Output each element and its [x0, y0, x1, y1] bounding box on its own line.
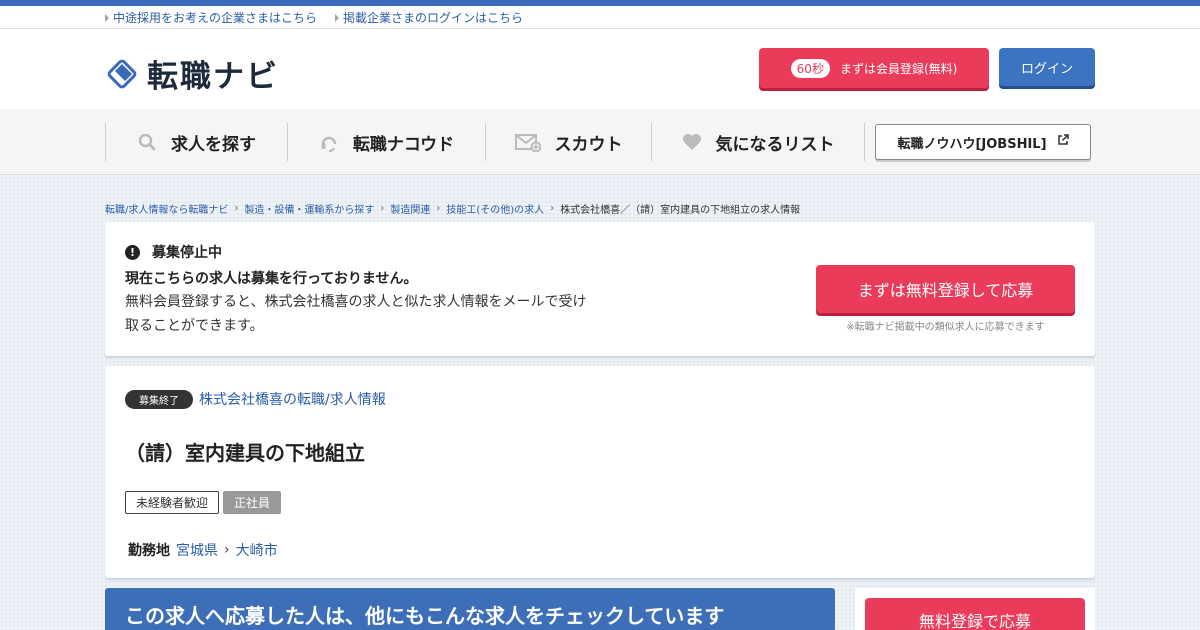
- site-header: 転職ナビ 60秒 まずは会員登録(無料) ログイン: [0, 29, 1200, 109]
- prefecture-link[interactable]: 宮城県: [176, 540, 218, 560]
- exclamation-icon: !: [125, 244, 140, 260]
- util-link-company-login[interactable]: 掲載企業さまのログインはこちら: [335, 9, 523, 26]
- chevron-right-icon: ›: [550, 203, 555, 214]
- logo-text: 転職ナビ: [147, 59, 279, 95]
- util-link-recruiters[interactable]: 中途採用をお考えの企業さまはこちら: [105, 9, 317, 26]
- recruitment-closed-notice: ! 募集停止中 現在こちらの求人は募集を行っておりません。 無料会員登録すると、…: [105, 222, 1095, 356]
- mail-plus-icon: [514, 132, 541, 152]
- closed-description: 無料会員登録すると、株式会社橋喜の求人と似た求人情報をメールで受け取ることができ…: [125, 294, 587, 334]
- city-link[interactable]: 大崎市: [236, 540, 278, 560]
- global-nav: 求人を探す 転職ナコウド スカウト 気になるリスト 転職ノウハウ[JOBSHIL…: [0, 109, 1200, 175]
- breadcrumb-current: 株式会社橋喜／（請）室内建具の下地組立の求人情報: [560, 205, 801, 216]
- company-link[interactable]: 株式会社橋喜の転職/求人情報: [199, 389, 386, 409]
- chevron-right-icon: ›: [224, 542, 230, 558]
- site-logo[interactable]: 転職ナビ: [105, 51, 279, 96]
- closed-heading: ! 募集停止中: [125, 242, 1075, 262]
- search-icon: [137, 132, 157, 152]
- breadcrumb-link[interactable]: 製造・設備・運輸系から探す: [244, 201, 374, 216]
- nav-item-nakoudo[interactable]: 転職ナコウド: [287, 123, 485, 161]
- job-tags: 未経験者歓迎 正社員: [125, 491, 1075, 514]
- breadcrumb-link[interactable]: 転職/求人情報なら転職ナビ: [105, 201, 228, 216]
- logo-diamond-icon: [105, 57, 139, 91]
- job-summary-card: 募集終了 株式会社橋喜の転職/求人情報 （請）室内建具の下地組立 未経験者歓迎 …: [105, 366, 1095, 578]
- chevron-right-icon: ›: [234, 203, 239, 214]
- nav-item-search-jobs[interactable]: 求人を探す: [105, 123, 287, 161]
- related-jobs-heading: この求人へ応募した人は、他にもこんな求人をチェックしています: [105, 588, 835, 630]
- register-label: まずは会員登録(無料): [839, 61, 958, 76]
- external-link-icon: [1057, 134, 1069, 150]
- nav-item-scout[interactable]: スカウト: [485, 123, 651, 161]
- location-label: 勤務地: [128, 543, 170, 559]
- headset-icon: [319, 132, 339, 152]
- job-title: （請）室内建具の下地組立: [125, 441, 365, 465]
- breadcrumb: 転職/求人情報なら転職ナビ › 製造・設備・運輸系から探す › 製造関連 › 技…: [105, 175, 1095, 222]
- status-badge: 募集終了: [125, 389, 193, 409]
- nav-item-favorites[interactable]: 気になるリスト: [651, 123, 865, 161]
- tag-full-time: 正社員: [223, 491, 282, 514]
- login-button[interactable]: ログイン: [999, 48, 1095, 86]
- register-button[interactable]: 60秒 まずは会員登録(無料): [759, 48, 989, 88]
- utility-bar: 中途採用をお考えの企業さまはこちら 掲載企業さまのログインはこちら: [0, 6, 1200, 29]
- knowhow-jobshil-button[interactable]: 転職ノウハウ[JOBSHIL]: [875, 124, 1091, 160]
- caret-right-icon: [105, 13, 109, 22]
- caret-right-icon: [335, 13, 340, 22]
- heart-icon: [682, 132, 702, 152]
- job-location: 勤務地 宮城県 › 大崎市: [128, 540, 1075, 560]
- chevron-right-icon: ›: [436, 203, 441, 214]
- apply-note: ※転職ナビ掲載中の類似求人に応募できます: [846, 322, 1045, 333]
- register-badge: 60秒: [790, 58, 830, 78]
- side-apply-box: 無料登録で応募: [855, 588, 1095, 630]
- breadcrumb-link[interactable]: 製造関連: [390, 201, 430, 216]
- tag-inexperienced-welcome: 未経験者歓迎: [125, 491, 220, 514]
- free-register-apply-button[interactable]: まずは無料登録して応募: [816, 265, 1075, 313]
- chevron-right-icon: ›: [380, 203, 385, 214]
- side-register-apply-button[interactable]: 無料登録で応募: [865, 598, 1085, 630]
- breadcrumb-link[interactable]: 技能工(その他)の求人: [446, 201, 544, 216]
